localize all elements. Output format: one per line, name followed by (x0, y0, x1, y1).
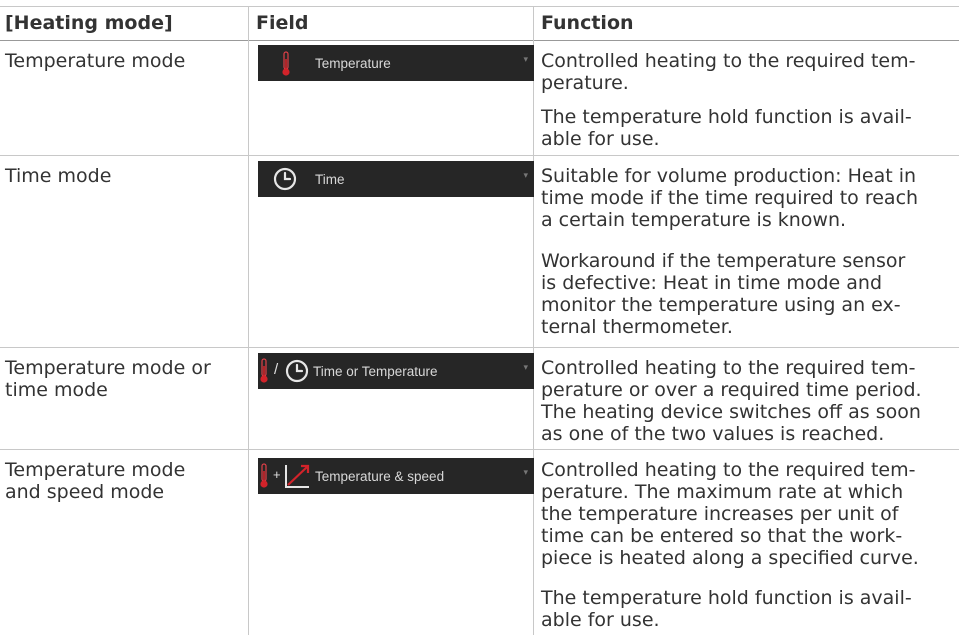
dropdown-arrow-icon: ▾ (523, 170, 528, 180)
function-line: Suitable for volume production: Heat in (541, 165, 917, 187)
thermometer-icon (260, 358, 268, 383)
field-temperature-and-speed-select[interactable]: + Temperature & speed ▾ (258, 458, 534, 494)
mode-label: time mode (5, 379, 108, 401)
function-line: a certain temperature is known. (541, 209, 847, 231)
field-time-or-temperature-select[interactable]: / Time or Temperature ▾ (258, 353, 534, 389)
field-label: Temperature & speed (315, 469, 445, 484)
field-label: Time or Temperature (313, 364, 438, 379)
mode-label: Temperature mode (5, 459, 186, 481)
mode-label: Time mode (5, 165, 112, 187)
header-bottom-border (0, 40, 959, 41)
mode-label: Temperature mode (5, 50, 186, 72)
field-separator: / (274, 361, 279, 378)
function-line: the temperature increases per unit of (541, 503, 899, 525)
row-divider (0, 449, 959, 450)
field-temperature-select[interactable]: Temperature ▾ (258, 45, 534, 81)
field-separator: + (273, 467, 281, 482)
rate-curve-icon (285, 464, 310, 488)
mode-label: Temperature mode or (5, 357, 211, 379)
dropdown-arrow-icon: ▾ (523, 54, 528, 64)
function-line: able for use. (541, 128, 660, 150)
function-line: perature or over a required time period. (541, 379, 922, 401)
mode-label: and speed mode (5, 481, 165, 503)
header-heating-mode: [Heating mode] (5, 12, 173, 34)
thermometer-icon (282, 51, 290, 76)
header-field: Field (256, 12, 309, 34)
function-line: The heating device switches off as soon (541, 401, 921, 423)
function-line: The temperature hold function is avail- (541, 106, 912, 128)
field-label: Temperature (315, 56, 391, 71)
row-divider (0, 155, 959, 156)
function-line: time can be entered so that the work- (541, 525, 903, 547)
field-label: Time (315, 172, 345, 187)
row-divider (0, 347, 959, 348)
function-line: Controlled heating to the required tem- (541, 50, 916, 72)
function-line: is defective: Heat in time mode and (541, 272, 882, 294)
dropdown-arrow-icon: ▾ (523, 362, 528, 372)
clock-icon (273, 167, 297, 191)
header-function: Function (541, 12, 634, 34)
function-line: as one of the two values is reached. (541, 423, 885, 445)
column-divider (533, 6, 534, 635)
dropdown-arrow-icon: ▾ (523, 467, 528, 477)
function-line: ternal thermometer. (541, 316, 733, 338)
thermometer-icon (260, 463, 268, 488)
table-top-border (0, 6, 959, 7)
function-line: perature. (541, 72, 629, 94)
function-line: Controlled heating to the required tem- (541, 459, 916, 481)
function-line: perature. The maximum rate at which (541, 481, 904, 503)
function-line: monitor the temperature using an ex- (541, 294, 901, 316)
function-line: The temperature hold function is avail- (541, 587, 912, 609)
function-line: time mode if the time required to reach (541, 187, 919, 209)
function-line: piece is heated along a specified curve. (541, 547, 919, 569)
function-line: Workaround if the temperature sensor (541, 250, 906, 272)
field-time-select[interactable]: Time ▾ (258, 161, 534, 197)
function-line: Controlled heating to the required tem- (541, 357, 916, 379)
column-divider (248, 6, 249, 635)
clock-icon (285, 359, 309, 383)
function-line: able for use. (541, 609, 660, 631)
